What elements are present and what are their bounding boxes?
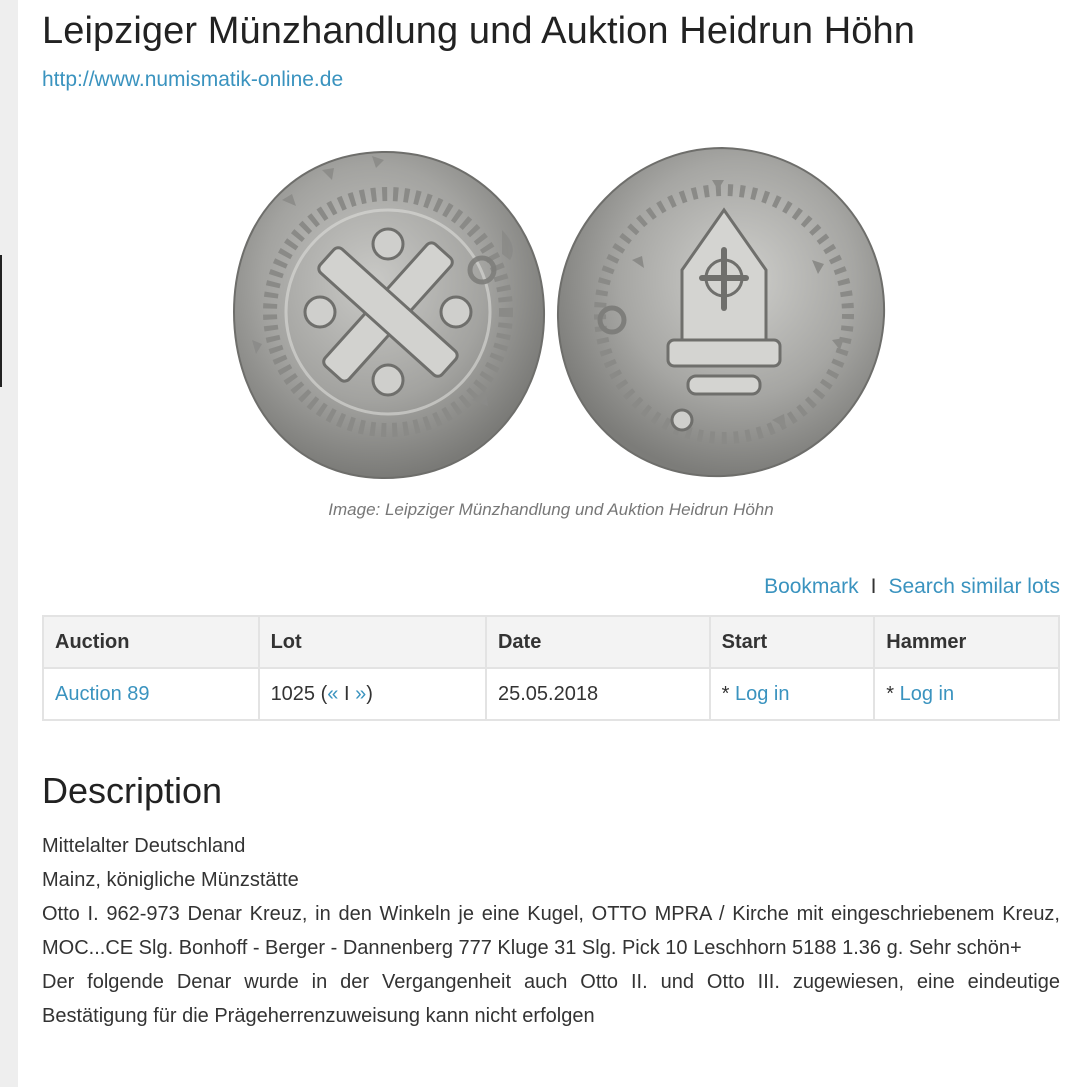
search-similar-lots-link[interactable]: Search similar lots [888,575,1060,598]
date-cell: 25.05.2018 [484,667,711,721]
column-header-lot: Lot [257,615,487,669]
column-header-start: Start [708,615,876,669]
hammer-login-link[interactable]: Log in [900,683,955,705]
start-login-link[interactable]: Log in [735,683,790,705]
description-line: Otto I. 962-973 Denar Kreuz, in den Wink… [42,903,1060,959]
lot-close-paren: ) [366,682,373,705]
coin-obverse [232,150,546,480]
next-lot-link[interactable]: » [355,683,366,705]
lot-table: Auction Lot Date Start Hammer Auction 89… [42,615,1060,721]
table-header-row: Auction Lot Date Start Hammer [42,615,1060,669]
hammer-cell: * Log in [873,667,1060,721]
description-line: Mittelalter Deutschland [42,835,246,857]
hammer-prefix: * [886,682,900,705]
description-heading: Description [42,770,223,811]
previous-lot-link[interactable]: « [327,683,338,705]
window-edge [0,255,2,387]
description-body: Mittelalter Deutschland Mainz, königlich… [42,829,1060,1033]
coin-reverse [556,146,886,478]
page-title: Leipziger Münzhandlung und Auktion Heidr… [42,10,915,52]
lot-page: Leipziger Münzhandlung und Auktion Heidr… [18,0,1086,1087]
lot-actions: Bookmark I Search similar lots [764,575,1060,599]
start-cell: * Log in [708,667,876,721]
table-row: Auction 89 1025 (« I ») 25.05.2018 * Log… [42,667,1060,721]
start-prefix: * [721,682,735,705]
auction-cell: Auction 89 [42,667,260,721]
website-link[interactable]: http://www.numismatik-online.de [42,68,343,92]
column-header-date: Date [484,615,711,669]
column-header-auction: Auction [42,615,260,669]
actions-separator: I [870,575,877,598]
lot-cell: 1025 (« I ») [257,667,487,721]
column-header-hammer: Hammer [873,615,1060,669]
lot-nav-separator: I [343,682,350,705]
description-line: Mainz, königliche Münzstätte [42,869,299,891]
description-line: Der folgende Denar wurde in der Vergange… [42,971,1060,1027]
lot-number: 1025 [270,682,316,705]
bookmark-link[interactable]: Bookmark [764,575,859,598]
coin-image[interactable] [212,140,892,490]
image-caption: Image: Leipziger Münzhandlung und Auktio… [328,500,774,519]
auction-link[interactable]: Auction 89 [55,683,150,705]
